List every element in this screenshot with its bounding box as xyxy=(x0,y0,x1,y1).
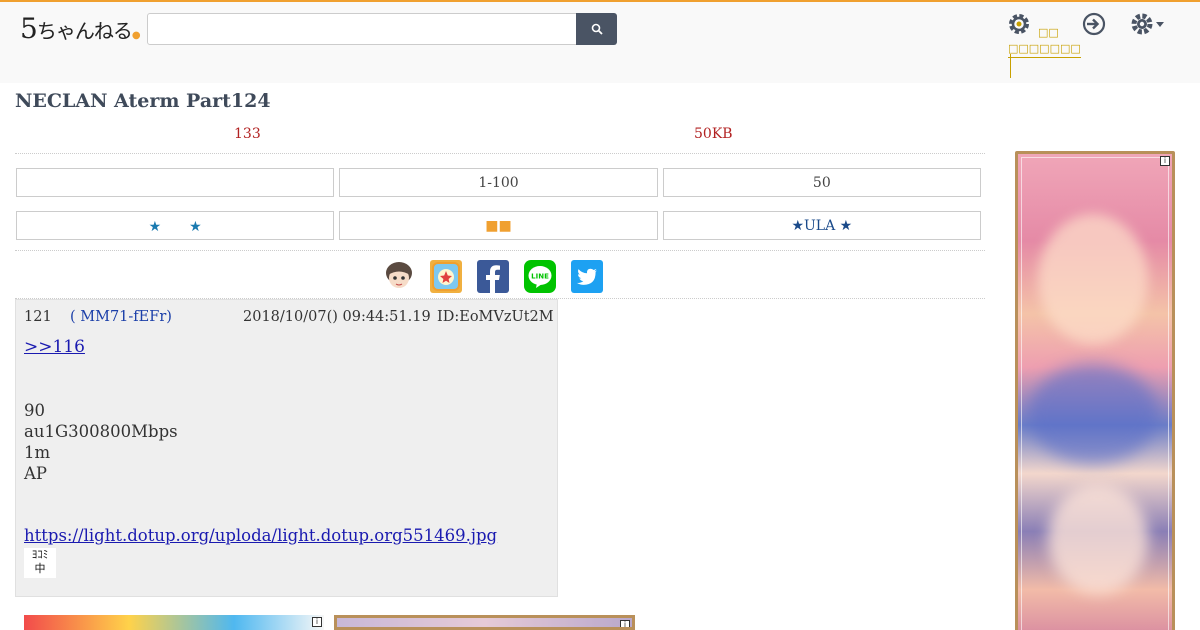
share-row: LINE xyxy=(383,260,603,294)
search-input[interactable] xyxy=(147,13,577,45)
bookmark-share-button[interactable] xyxy=(430,260,462,293)
logo-dot: ● xyxy=(131,30,141,41)
line-icon: LINE xyxy=(528,266,552,288)
line-share-button[interactable]: LINE xyxy=(524,260,556,293)
gear-icon[interactable] xyxy=(1006,11,1032,37)
res-count: 133 xyxy=(234,126,261,142)
nav-button-all[interactable] xyxy=(16,168,335,197)
nav-button-ula[interactable]: ★ULA ★ xyxy=(662,211,981,240)
facebook-share-button[interactable] xyxy=(477,260,509,293)
bookmark-icon xyxy=(432,262,460,291)
mini-menu-line xyxy=(1010,54,1011,78)
thread-title: NECLAN Aterm Part124 xyxy=(15,90,271,112)
post-body-line: au1G300800Mbps xyxy=(24,422,178,441)
thread-size: 50KB xyxy=(694,126,733,142)
post-body: 90 au1G300800Mbps 1m AP xyxy=(24,400,178,484)
bottom-ad-banner-right[interactable]: i xyxy=(334,615,635,630)
ad-info-icon[interactable]: i xyxy=(1160,156,1170,166)
post-author[interactable]: ( MM71-fEFr) xyxy=(70,309,172,325)
twitter-share-button[interactable] xyxy=(571,260,603,293)
site-logo[interactable]: 5ちゃんねる● xyxy=(20,12,141,45)
thread-meta: 133 50KB xyxy=(15,124,985,154)
bottom-ad-banner-left[interactable]: i xyxy=(24,615,324,630)
thumbnail-text: ﾖｺﾐ xyxy=(31,548,49,561)
ad-info-icon[interactable]: i xyxy=(620,620,630,627)
post-date: 2018/10/07() 09:44:51.19 xyxy=(243,309,431,325)
login-icon[interactable] xyxy=(1080,10,1108,38)
post-reply-anchor[interactable]: >>116 xyxy=(24,337,85,357)
facebook-icon xyxy=(486,265,500,293)
post-image-link[interactable]: https://light.dotup.org/uploda/light.dot… xyxy=(24,526,497,545)
top-bar: 5ちゃんねる● □□ □□□□□□□ xyxy=(0,0,1200,83)
post-number[interactable]: 121 xyxy=(24,309,52,325)
twitter-icon xyxy=(576,268,597,285)
avatar-icon xyxy=(386,262,412,288)
ad-frame xyxy=(1021,157,1169,630)
mini-menu-label[interactable]: □□□□□□□ xyxy=(1008,42,1081,58)
thumbnail-text: 中 xyxy=(34,562,46,575)
search-button[interactable] xyxy=(576,13,617,45)
divider xyxy=(15,250,985,251)
settings-gear-icon[interactable] xyxy=(1128,10,1168,38)
search-icon xyxy=(591,23,603,35)
ad-info-icon[interactable]: i xyxy=(312,617,322,627)
nav-row-bottom: ★ ★ ■■ ★ULA ★ xyxy=(16,211,981,240)
image-thumbnail[interactable]: ﾖｺﾐ 中 xyxy=(24,548,56,578)
logo-text: ちゃんねる xyxy=(36,19,133,43)
sidebar-ad-banner[interactable]: i xyxy=(1015,151,1175,630)
post-body-line: AP xyxy=(24,464,48,483)
post: 121 ( MM71-fEFr) 2018/10/07() 09:44:51.1… xyxy=(15,299,558,597)
mini-label[interactable]: □□ xyxy=(1038,26,1059,39)
svg-text:LINE: LINE xyxy=(531,273,549,281)
header-icons: □□ □□□□□□□ xyxy=(1000,10,1190,80)
nav-row-top: 1-100 50 xyxy=(16,168,981,197)
post-body-line: 90 xyxy=(24,401,45,420)
avatar-share-button[interactable] xyxy=(383,260,415,293)
nav-button-squares[interactable]: ■■ xyxy=(339,211,658,240)
post-id[interactable]: ID:EoMVzUt2M xyxy=(437,309,554,325)
nav-button-latest-50[interactable]: 50 xyxy=(662,168,981,197)
post-body-line: 1m xyxy=(24,443,51,462)
nav-button-first-100[interactable]: 1-100 xyxy=(339,168,658,197)
nav-button-star[interactable]: ★ ★ xyxy=(16,211,335,240)
logo-mark: 5 xyxy=(20,12,38,45)
